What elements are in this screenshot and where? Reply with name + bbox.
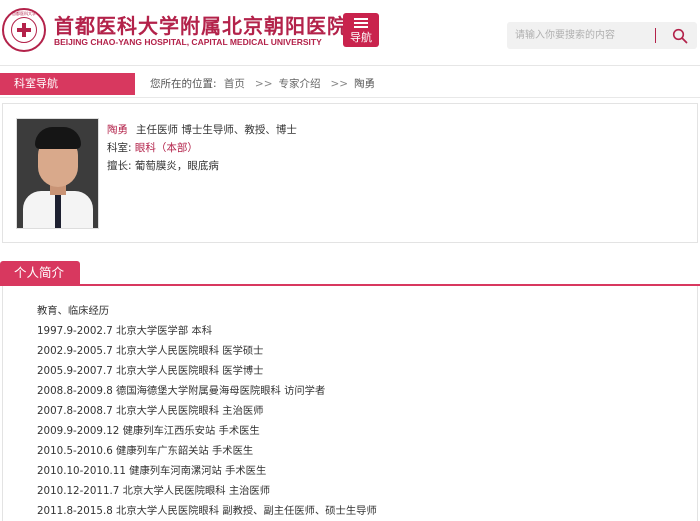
doctor-card: 陶勇 主任医师 博士生导师、教授、博士 科室: 眼科（本部） 擅长: 葡萄膜炎，眼… [2,103,698,243]
list-item: 2009.9-2009.12 健康列车江西乐安站 手术医生 [37,425,260,437]
dept-link[interactable]: 眼科（本部） [135,142,198,154]
list-item: 教育、临床经历 [37,305,110,317]
doctor-info: 陶勇 主任医师 博士生导师、教授、博士 科室: 眼科（本部） 擅长: 葡萄膜炎，眼… [107,121,297,175]
search-icon[interactable] [672,28,688,44]
hospital-name-en: BEIJING CHAO-YANG HOSPITAL, CAPITAL MEDI… [54,37,322,47]
dept-nav-tab[interactable]: 科室导航 [0,73,135,95]
hospital-name-cn[interactable]: 首都医科大学附属北京朝阳医院 [54,10,348,39]
search-divider [655,28,656,43]
breadcrumb-current: 陶勇 [354,78,376,90]
list-item: 2008.8-2009.8 德国海德堡大学附属曼海母医院眼科 访问学者 [37,385,326,397]
search-box [507,22,697,49]
list-item: 1997.9-2002.7 北京大学医学部 本科 [37,325,212,337]
breadcrumb-separator: >> [254,78,273,90]
hospital-logo[interactable]: 首都医科大学 [2,8,46,52]
menu-icon [354,18,368,28]
nav-menu-button[interactable]: 导航 [343,13,379,47]
specialty-label: 擅长: [107,160,132,172]
divider [0,97,700,98]
list-item: 2010.5-2010.6 健康列车广东韶关站 手术医生 [37,445,254,457]
list-item: 2010.12-2011.7 北京大学人民医院眼科 主治医师 [37,485,271,497]
breadcrumb-experts[interactable]: 专家介绍 [279,78,321,90]
list-item: 2007.8-2008.7 北京大学人民医院眼科 主治医师 [37,405,264,417]
doctor-titles: 主任医师 博士生导师、教授、博士 [136,124,297,136]
breadcrumb-separator: >> [330,78,349,90]
profile-heading: 个人简介 [0,261,80,285]
photo-tie [55,195,61,228]
breadcrumb-home[interactable]: 首页 [224,78,245,90]
list-item: 2002.9-2005.7 北京大学人民医院眼科 医学硕士 [37,345,264,357]
doctor-specialty-row: 擅长: 葡萄膜炎，眼底病 [107,157,297,175]
specialty-value: 葡萄膜炎，眼底病 [134,160,219,172]
doctor-dept-row: 科室: 眼科（本部） [107,139,297,157]
profile-list: 教育、临床经历 1997.9-2002.7 北京大学医学部 本科 2002.9-… [37,301,377,521]
dept-label: 科室: [107,142,132,154]
doctor-name-row: 陶勇 主任医师 博士生导师、教授、博士 [107,121,297,139]
list-item: 2010.10-2010.11 健康列车河南漯河站 手术医生 [37,465,267,477]
medical-cross-icon [17,23,31,37]
breadcrumb: 您所在的位置: 首页 >> 专家介绍 >> 陶勇 [150,73,379,95]
nav-menu-label: 导航 [350,31,372,44]
photo-hair [35,127,81,149]
profile-body: 教育、临床经历 1997.9-2002.7 北京大学医学部 本科 2002.9-… [2,286,698,521]
list-item: 2005.9-2007.7 北京大学人民医院眼科 医学博士 [37,365,264,377]
search-input[interactable] [507,22,657,49]
doctor-photo [16,118,99,229]
doctor-name: 陶勇 [107,124,128,136]
breadcrumb-prefix: 您所在的位置: [150,78,217,90]
site-header: 首都医科大学 首都医科大学附属北京朝阳医院 BEIJING CHAO-YANG … [0,0,700,66]
list-item: 2011.8-2015.8 北京大学人民医院眼科 副教授、副主任医师、硕士生导师 [37,505,377,517]
